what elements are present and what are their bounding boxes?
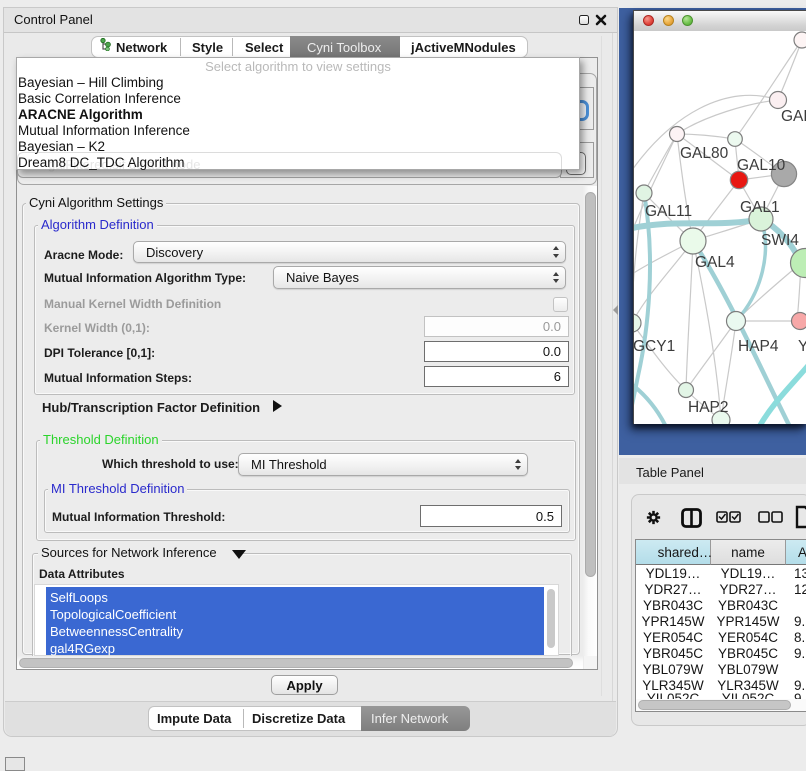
svg-text:GCY1: GCY1 [634, 338, 675, 355]
svg-text:GAL10: GAL10 [737, 157, 786, 174]
svg-text:HAP4: HAP4 [738, 338, 779, 355]
svg-text:GAL4: GAL4 [695, 254, 735, 271]
svg-text:GAL80: GAL80 [680, 145, 729, 162]
svg-text:HAP2: HAP2 [688, 399, 729, 416]
svg-text:SWI4: SWI4 [761, 232, 799, 249]
svg-text:GAL1: GAL1 [740, 199, 780, 216]
svg-text:Y: Y [798, 338, 806, 355]
svg-text:GAL11: GAL11 [645, 203, 692, 220]
svg-text:GAL: GAL [781, 108, 806, 125]
